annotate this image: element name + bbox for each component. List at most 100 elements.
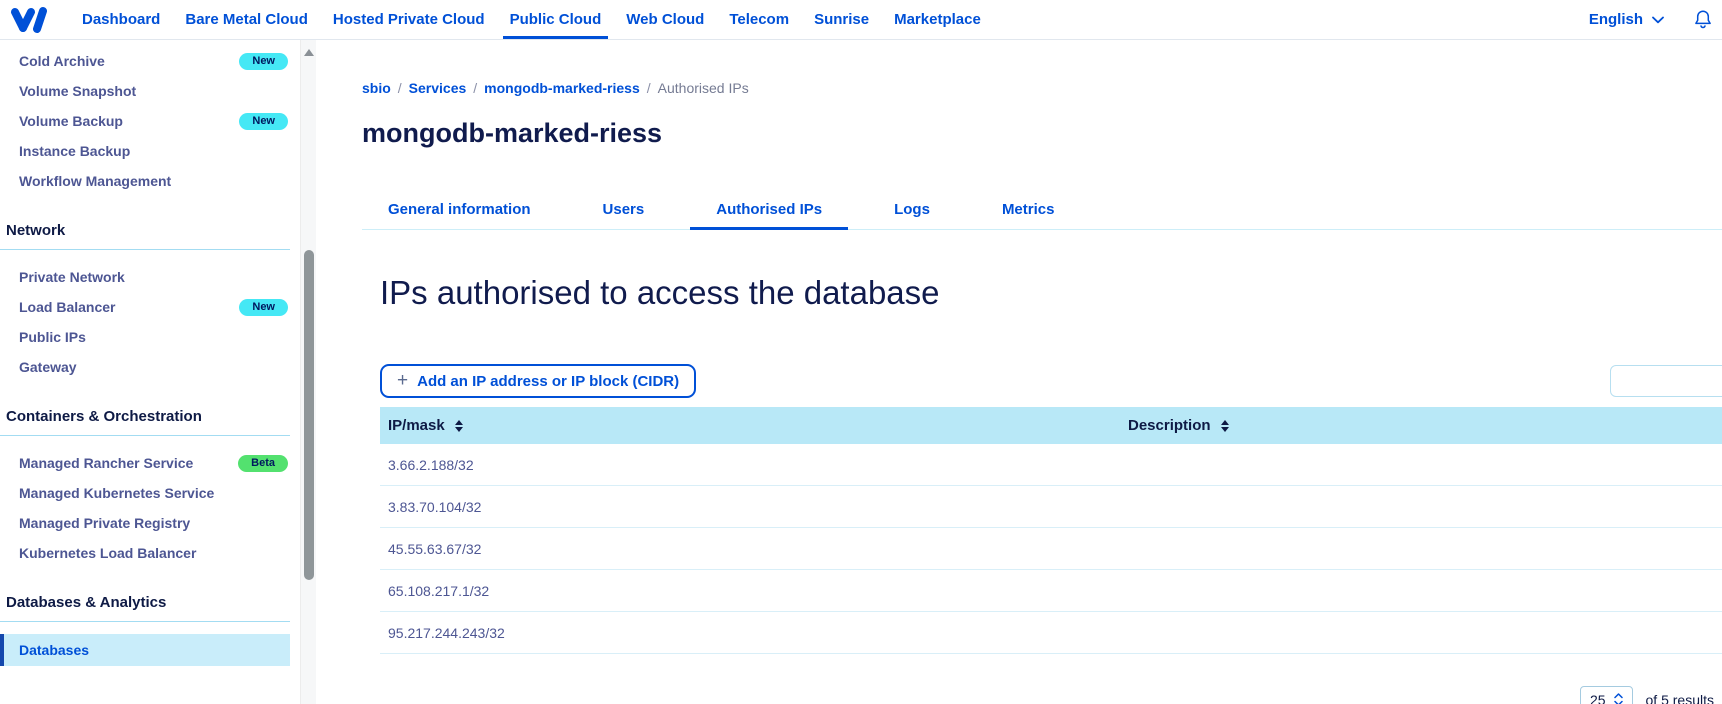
tab-metrics[interactable]: Metrics bbox=[976, 201, 1081, 229]
sidebar: Cold Archive New Volume Snapshot Volume … bbox=[0, 40, 300, 704]
table-header-row: IP/mask Description bbox=[380, 407, 1722, 444]
primary-nav: Dashboard Bare Metal Cloud Hosted Privat… bbox=[82, 0, 981, 39]
scrollbar-thumb[interactable] bbox=[304, 250, 314, 580]
sidebar-item-label: Managed Rancher Service bbox=[19, 455, 194, 471]
topbar-right: English bbox=[1589, 9, 1722, 30]
sidebar-item-label: Private Network bbox=[19, 269, 125, 285]
authorised-ips-panel: IPs authorised to access the database + … bbox=[362, 273, 1722, 704]
sidebar-item-volume-snapshot[interactable]: Volume Snapshot bbox=[0, 76, 300, 106]
new-badge: New bbox=[239, 298, 288, 316]
sidebar-item-label: Kubernetes Load Balancer bbox=[19, 545, 197, 561]
page-size-value: 25 bbox=[1589, 691, 1606, 704]
nav-item-telecom[interactable]: Telecom bbox=[729, 0, 789, 39]
sort-arrows-icon bbox=[1220, 419, 1229, 432]
column-header-ip-mask[interactable]: IP/mask bbox=[380, 417, 1128, 434]
plus-icon: + bbox=[397, 369, 409, 391]
sidebar-section-databases-analytics: Databases & Analytics bbox=[0, 594, 290, 622]
sidebar-item-label: Instance Backup bbox=[19, 143, 131, 159]
nav-item-web-cloud[interactable]: Web Cloud bbox=[626, 0, 704, 39]
sidebar-item-label: Volume Backup bbox=[19, 113, 123, 129]
add-ip-button-label: Add an IP address or IP block (CIDR) bbox=[417, 372, 680, 390]
language-label: English bbox=[1588, 11, 1643, 28]
notifications-bell-icon[interactable] bbox=[1694, 9, 1712, 30]
chevron-down-icon bbox=[1652, 16, 1664, 23]
sidebar-item-managed-private-registry[interactable]: Managed Private Registry bbox=[0, 508, 300, 538]
new-badge: New bbox=[239, 112, 288, 130]
ip-mask-cell: 3.66.2.188/32 bbox=[388, 456, 474, 473]
language-selector[interactable]: English bbox=[1589, 11, 1664, 28]
sidebar-item-label: Gateway bbox=[19, 359, 77, 375]
top-nav: Dashboard Bare Metal Cloud Hosted Privat… bbox=[0, 0, 1722, 40]
service-tabs: General information Users Authorised IPs… bbox=[362, 201, 1722, 230]
sidebar-item-volume-backup[interactable]: Volume Backup New bbox=[0, 106, 300, 136]
table-row: 65.108.217.1/32 bbox=[380, 570, 1722, 612]
select-chevrons-icon bbox=[1613, 693, 1623, 704]
sidebar-item-load-balancer[interactable]: Load Balancer New bbox=[0, 292, 300, 322]
page-title: mongodb-marked-riess bbox=[362, 118, 663, 148]
table-row: 95.217.244.243/32 bbox=[380, 612, 1722, 654]
sidebar-item-kubernetes-load-balancer[interactable]: Kubernetes Load Balancer bbox=[0, 538, 300, 568]
column-header-description[interactable]: Description bbox=[1128, 417, 1722, 434]
main-content: sbio / Services / mongodb-marked-riess / Autho… bbox=[316, 40, 1722, 704]
table-toolbar: + Add an IP address or IP block (CIDR) bbox=[380, 364, 1722, 398]
table-row: 3.66.2.188/32 bbox=[380, 444, 1722, 486]
breadcrumb-separator: / bbox=[473, 80, 478, 96]
tab-authorised-ips[interactable]: Authorised IPs bbox=[690, 201, 848, 230]
breadcrumb-separator: / bbox=[646, 80, 651, 96]
ip-mask-cell: 65.108.217.1/32 bbox=[388, 582, 490, 599]
section-heading: IPs authorised to access the database bbox=[380, 274, 940, 311]
sidebar-section-network: Network bbox=[0, 222, 290, 250]
results-count-text: of 5 results bbox=[1645, 691, 1714, 704]
add-ip-button[interactable]: + Add an IP address or IP block (CIDR) bbox=[380, 364, 697, 398]
ovhcloud-logo[interactable] bbox=[8, 6, 52, 34]
column-label: Description bbox=[1128, 417, 1211, 434]
ip-mask-cell: 3.83.70.104/32 bbox=[388, 498, 482, 515]
table-row: 45.55.63.67/32 bbox=[380, 528, 1722, 570]
sort-arrows-icon bbox=[454, 419, 463, 432]
tab-users[interactable]: Users bbox=[577, 201, 671, 229]
page-size-select[interactable]: 25 bbox=[1579, 686, 1633, 704]
tab-logs[interactable]: Logs bbox=[868, 201, 956, 229]
sidebar-item-cold-archive[interactable]: Cold Archive New bbox=[0, 46, 300, 76]
nav-item-sunrise[interactable]: Sunrise bbox=[814, 0, 869, 39]
sidebar-item-label: Public IPs bbox=[19, 329, 86, 345]
breadcrumb-link-services[interactable]: Services bbox=[409, 80, 467, 96]
nav-item-marketplace[interactable]: Marketplace bbox=[894, 0, 981, 39]
column-label: IP/mask bbox=[388, 417, 445, 434]
tab-general-information[interactable]: General information bbox=[362, 201, 557, 229]
sidebar-item-private-network[interactable]: Private Network bbox=[0, 262, 300, 292]
sidebar-item-label: Cold Archive bbox=[19, 53, 105, 69]
new-badge: New bbox=[239, 52, 288, 70]
sidebar-item-workflow-management[interactable]: Workflow Management bbox=[0, 166, 300, 196]
sidebar-item-managed-rancher-service[interactable]: Managed Rancher Service Beta bbox=[0, 448, 300, 478]
nav-item-hosted-private-cloud[interactable]: Hosted Private Cloud bbox=[333, 0, 485, 39]
table-search-input[interactable] bbox=[1610, 365, 1722, 397]
beta-badge: Beta bbox=[238, 454, 288, 472]
sidebar-item-label: Managed Kubernetes Service bbox=[19, 485, 215, 501]
sidebar-item-label: Workflow Management bbox=[19, 173, 172, 189]
sidebar-item-databases[interactable]: Databases bbox=[0, 634, 290, 666]
breadcrumb-link-service-name[interactable]: mongodb-marked-riess bbox=[484, 80, 640, 96]
sidebar-item-managed-kubernetes-service[interactable]: Managed Kubernetes Service bbox=[0, 478, 300, 508]
ip-mask-cell: 95.217.244.243/32 bbox=[388, 624, 505, 641]
sidebar-item-instance-backup[interactable]: Instance Backup bbox=[0, 136, 300, 166]
sidebar-scrollbar[interactable] bbox=[300, 40, 316, 704]
breadcrumb-link-sbio[interactable]: sbio bbox=[362, 80, 391, 96]
nav-item-dashboard[interactable]: Dashboard bbox=[82, 0, 160, 39]
ovhcloud-logo-icon bbox=[11, 6, 47, 33]
sidebar-item-label: Managed Private Registry bbox=[19, 515, 191, 531]
sidebar-item-label: Load Balancer bbox=[19, 299, 116, 315]
sidebar-item-gateway[interactable]: Gateway bbox=[0, 352, 300, 382]
breadcrumb-current: Authorised IPs bbox=[657, 80, 749, 96]
sidebar-item-label: Databases bbox=[19, 642, 90, 658]
sidebar-item-label: Volume Snapshot bbox=[19, 83, 137, 99]
table-pagination: 25 of 5 results bbox=[380, 686, 1722, 704]
authorised-ips-table: IP/mask Description 3.66.2.188/32 3.83.7… bbox=[380, 407, 1722, 654]
breadcrumb-separator: / bbox=[397, 80, 402, 96]
scroll-up-arrow-icon[interactable] bbox=[303, 49, 314, 56]
sidebar-item-public-ips[interactable]: Public IPs bbox=[0, 322, 300, 352]
nav-item-public-cloud[interactable]: Public Cloud bbox=[502, 0, 608, 39]
sidebar-section-containers: Containers & Orchestration bbox=[0, 408, 290, 436]
table-row: 3.83.70.104/32 bbox=[380, 486, 1722, 528]
nav-item-bare-metal-cloud[interactable]: Bare Metal Cloud bbox=[185, 0, 308, 39]
